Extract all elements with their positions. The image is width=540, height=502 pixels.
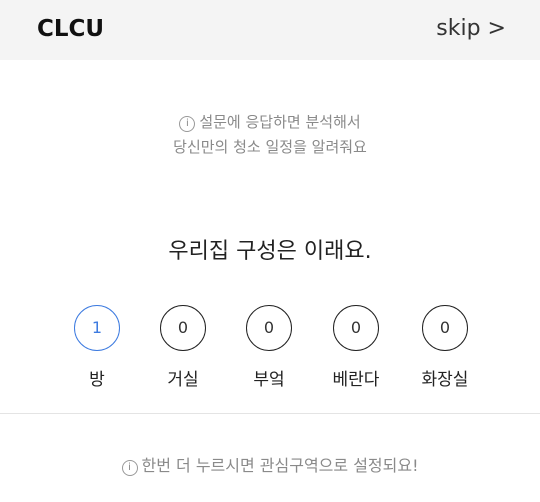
intro-line-1: 설문에 응답하면 분석해서 (199, 113, 361, 131)
hint-info: i 한번 더 누르시면 관심구역으로 설정되요! (0, 453, 540, 478)
info-icon: i (121, 460, 138, 476)
divider (0, 413, 540, 414)
room-label-bathroom: 화장실 (421, 370, 469, 390)
room-item-bathroom[interactable]: 0 화장실 (405, 305, 485, 390)
intro-line-2: 당신만의 청소 일정을 알려줘요 (173, 138, 367, 156)
room-label-bang: 방 (89, 370, 105, 390)
room-selector: 1 방 0 거실 0 부엌 0 베란다 0 화장실 (0, 305, 540, 395)
skip-button[interactable]: skip > (436, 16, 506, 41)
question-heading: 우리집 구성은 이래요. (168, 239, 372, 264)
room-label-living: 거실 (167, 370, 199, 390)
room-item-bang[interactable]: 1 방 (57, 305, 137, 390)
room-count-bang[interactable]: 1 (74, 305, 120, 351)
room-label-kitchen: 부엌 (253, 370, 285, 390)
room-count-veranda[interactable]: 0 (333, 305, 379, 351)
room-count-kitchen[interactable]: 0 (246, 305, 292, 351)
room-item-veranda[interactable]: 0 베란다 (316, 305, 396, 390)
room-item-living[interactable]: 0 거실 (143, 305, 223, 390)
room-label-veranda: 베란다 (332, 370, 380, 390)
room-count-living[interactable]: 0 (160, 305, 206, 351)
intro-info: i 설문에 응답하면 분석해서 당신만의 청소 일정을 알려줘요 (0, 110, 540, 160)
info-icon: i (179, 116, 196, 132)
hint-text: 한번 더 누르시면 관심구역으로 설정되요! (141, 456, 419, 475)
app-title: CLCU (37, 16, 105, 42)
room-item-kitchen[interactable]: 0 부엌 (229, 305, 309, 390)
room-count-bathroom[interactable]: 0 (422, 305, 468, 351)
intro-line-1-row: i 설문에 응답하면 분석해서 (0, 110, 540, 135)
header-bar: CLCU skip > (0, 0, 540, 60)
